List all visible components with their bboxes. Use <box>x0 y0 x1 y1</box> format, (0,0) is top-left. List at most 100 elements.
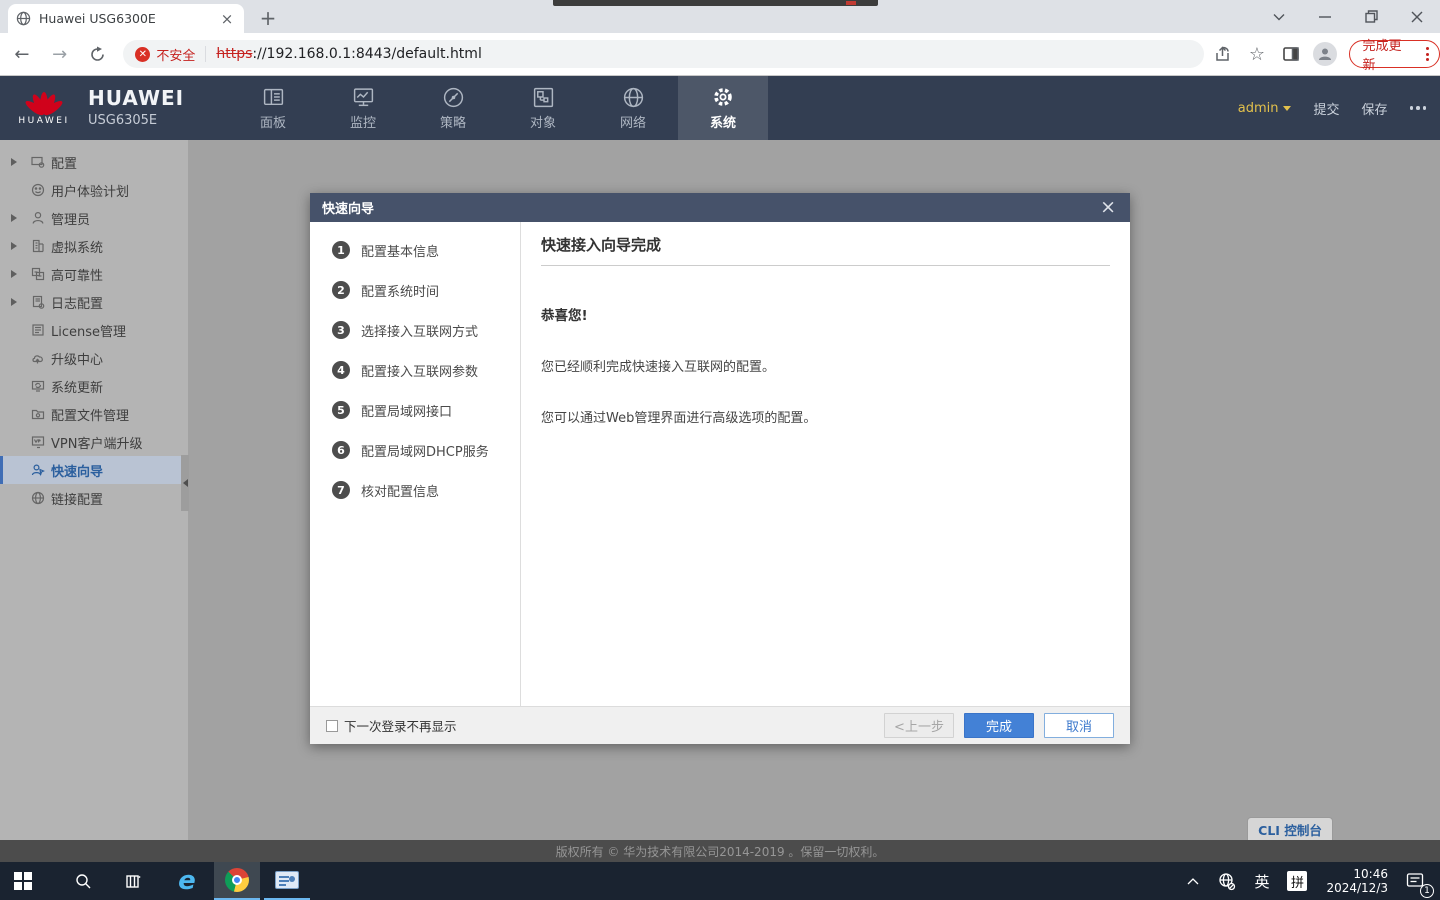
app-header: HUAWEI HUAWEI USG6305E 面板 监控 策略 对象 网络 系统 <box>0 76 1440 140</box>
clock-date: 2024/12/3 <box>1326 881 1388 895</box>
tab-search-chevron-icon[interactable] <box>1256 0 1302 33</box>
ime-pinyin-button[interactable]: 拼 <box>1278 862 1316 900</box>
chrome-update-button[interactable]: 完成更新 <box>1349 40 1440 68</box>
nav-label: 监控 <box>350 112 376 131</box>
sidebar-item-upgrade-center[interactable]: 升级中心 <box>0 344 188 372</box>
network-status-button[interactable] <box>1208 862 1245 900</box>
taskbar-client-app-button[interactable] <box>264 862 310 900</box>
result-line-1: 您已经顺利完成快速接入互联网的配置。 <box>541 356 1110 375</box>
nav-system[interactable]: 系统 <box>678 76 768 140</box>
reload-button[interactable] <box>82 38 114 70</box>
share-button[interactable] <box>1208 39 1238 69</box>
nav-monitor[interactable]: 监控 <box>318 76 408 140</box>
chevron-down-icon <box>1283 106 1291 111</box>
side-panel-button[interactable] <box>1276 39 1306 69</box>
new-tab-button[interactable]: + <box>254 4 282 32</box>
client-app-icon <box>275 871 299 889</box>
user-menu[interactable]: admin <box>1238 101 1292 116</box>
submit-button[interactable]: 提交 <box>1313 99 1339 118</box>
nav-object[interactable]: 对象 <box>498 76 588 140</box>
window-minimize-button[interactable] <box>1302 0 1348 33</box>
notification-center-button[interactable]: 1 <box>1398 862 1440 900</box>
browser-menu-icon[interactable] <box>1422 47 1433 61</box>
step-number-badge: 6 <box>332 441 350 459</box>
tab-close-icon[interactable]: × <box>218 10 236 28</box>
address-bar[interactable]: ✕ 不安全 https ://192.168.0.1:8443/default.… <box>123 40 1204 68</box>
dont-show-checkbox[interactable] <box>326 720 338 732</box>
object-icon <box>532 86 555 109</box>
sidebar-collapse-handle[interactable] <box>181 455 189 511</box>
bookmark-star-button[interactable]: ☆ <box>1242 39 1272 69</box>
sidebar-item-system-update[interactable]: 系统更新 <box>0 372 188 400</box>
forward-button[interactable]: → <box>44 38 76 70</box>
chrome-icon <box>225 868 249 892</box>
huawei-logo-word: HUAWEI <box>16 116 72 126</box>
finish-button[interactable]: 完成 <box>964 713 1034 738</box>
brand-name: HUAWEI <box>88 86 184 110</box>
not-secure-icon: ✕ <box>135 47 150 62</box>
dialog-title: 快速向导 <box>322 198 1098 217</box>
config-icon <box>25 155 51 169</box>
globe-no-internet-icon <box>1217 872 1236 891</box>
nav-dashboard[interactable]: 面板 <box>228 76 318 140</box>
taskbar-chrome-button[interactable] <box>214 862 260 900</box>
dialog-title-bar[interactable]: 快速向导 × <box>310 193 1130 222</box>
previous-step-button[interactable]: <上一步 <box>884 713 954 738</box>
back-button[interactable]: ← <box>6 38 38 70</box>
profile-avatar[interactable] <box>1310 39 1340 69</box>
sidebar-item-user-experience[interactable]: 用户体验计划 <box>0 176 188 204</box>
high-availability-icon <box>25 267 51 281</box>
expand-arrow-icon[interactable] <box>3 214 25 222</box>
expand-arrow-icon[interactable] <box>3 298 25 306</box>
task-view-button[interactable] <box>110 862 156 900</box>
wizard-content-panel: 快速接入向导完成 恭喜您! 您已经顺利完成快速接入互联网的配置。 您可以通过We… <box>521 222 1130 706</box>
tab-title: Huawei USG6300E <box>39 11 218 26</box>
save-button[interactable]: 保存 <box>1361 99 1387 118</box>
dialog-close-icon[interactable]: × <box>1098 198 1118 217</box>
log-config-icon <box>25 295 51 309</box>
sidebar-item-config[interactable]: 配置 <box>0 148 188 176</box>
clock-time: 10:46 <box>1326 867 1388 881</box>
browser-tab[interactable]: Huawei USG6300E × <box>8 4 244 33</box>
not-secure-label: 不安全 <box>156 45 195 64</box>
window-close-button[interactable] <box>1394 0 1440 33</box>
vpn-icon <box>25 435 51 449</box>
brand-block: HUAWEI USG6305E <box>88 86 184 128</box>
sidebar-item-license[interactable]: License管理 <box>0 316 188 344</box>
cli-console-button[interactable]: CLI 控制台 <box>1247 817 1333 840</box>
gear-icon <box>711 85 735 109</box>
sidebar-item-high-availability[interactable]: 高可靠性 <box>0 260 188 288</box>
taskbar-ie-button[interactable]: e <box>164 862 210 900</box>
sidebar-item-log-config[interactable]: 日志配置 <box>0 288 188 316</box>
address-separator <box>205 46 206 62</box>
expand-arrow-icon[interactable] <box>3 242 25 250</box>
tray-expand-chevron[interactable] <box>1178 862 1208 900</box>
cancel-button[interactable]: 取消 <box>1044 713 1114 738</box>
sidebar-item-virtual-system[interactable]: 虚拟系统 <box>0 232 188 260</box>
internet-explorer-icon: e <box>178 868 196 894</box>
sidebar-item-vpn-client[interactable]: VPN客户端升级 <box>0 428 188 456</box>
nav-network[interactable]: 网络 <box>588 76 678 140</box>
sidebar-item-quick-wizard[interactable]: 快速向导 <box>0 456 188 484</box>
taskbar-search-button[interactable] <box>60 862 106 900</box>
compass-icon <box>442 86 465 109</box>
wizard-step-7: 7 核对配置信息 <box>310 470 520 510</box>
expand-arrow-icon[interactable] <box>3 158 25 166</box>
ime-language-button[interactable]: 英 <box>1245 862 1278 900</box>
step-number-badge: 5 <box>332 401 350 419</box>
window-restore-button[interactable] <box>1348 0 1394 33</box>
wizard-step-4: 4 配置接入互联网参数 <box>310 350 520 390</box>
more-menu-icon[interactable] <box>1410 106 1427 110</box>
url-scheme: https <box>216 46 252 62</box>
taskbar-clock[interactable]: 10:46 2024/12/3 <box>1316 867 1398 895</box>
sidebar-item-link-config[interactable]: 链接配置 <box>0 484 188 512</box>
sidebar-item-admin[interactable]: 管理员 <box>0 204 188 232</box>
start-button[interactable] <box>0 862 46 900</box>
device-model: USG6305E <box>88 113 184 128</box>
nav-label: 系统 <box>710 112 736 131</box>
globe-favicon-icon <box>16 11 31 26</box>
expand-arrow-icon[interactable] <box>3 270 25 278</box>
nav-policy[interactable]: 策略 <box>408 76 498 140</box>
sidebar-item-config-file[interactable]: 配置文件管理 <box>0 400 188 428</box>
nav-label: 网络 <box>620 112 646 131</box>
